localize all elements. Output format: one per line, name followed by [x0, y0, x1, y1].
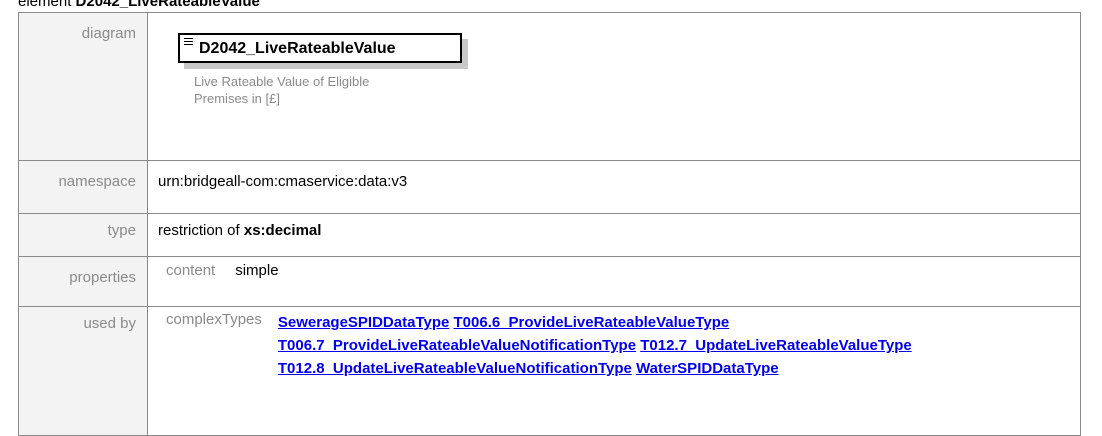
used-by-links: SewerageSPIDDataType T006.6_ProvideLiveR… — [278, 311, 938, 431]
link-t012-8-update-live-rateable-value-notification-type[interactable]: T012.8_UpdateLiveRateableValueNotificati… — [278, 360, 632, 377]
used-by-table: complexTypes SewerageSPIDDataType T006.6… — [166, 311, 938, 431]
link-t006-7-provide-live-rateable-value-notification-type[interactable]: T006.7_ProvideLiveRateableValueNotificat… — [278, 337, 636, 354]
properties-value: simple — [235, 262, 279, 279]
properties-row: properties content simple — [18, 256, 1081, 307]
heading-prefix: element — [18, 0, 72, 10]
link-t012-7-update-live-rateable-value-type[interactable]: T012.7_UpdateLiveRateableValueType — [640, 337, 912, 354]
namespace-value: urn:bridgeall-com:cmaservice:data:v3 — [147, 160, 1081, 214]
namespace-row: namespace urn:bridgeall-com:cmaservice:d… — [18, 160, 1081, 214]
element-box-name: D2042_LiveRateableValue — [199, 40, 396, 57]
used-by-key: complexTypes — [166, 311, 262, 328]
element-annotation: Live Rateable Value of Eligible Premises… — [194, 73, 464, 107]
element-doc-table: diagram D2042_LiveRateableValue Live Rat… — [18, 12, 1081, 436]
type-row: type restriction of xs:decimal — [18, 213, 1081, 257]
properties-cell: content simple — [147, 256, 1081, 307]
diagram-row: diagram D2042_LiveRateableValue Live Rat… — [18, 12, 1081, 161]
annotation-line-2: Premises in [£] — [194, 91, 280, 106]
type-base: xs:decimal — [243, 222, 322, 239]
link-sewerage-spid-data-type[interactable]: SewerageSPIDDataType — [278, 314, 449, 331]
type-value: restriction of xs:decimal — [147, 213, 1081, 257]
used-by-row: used by complexTypes SewerageSPIDDataTyp… — [18, 306, 1081, 436]
type-label: type — [18, 213, 148, 257]
namespace-label: namespace — [18, 160, 148, 214]
element-diagram-box[interactable]: D2042_LiveRateableValue — [178, 33, 470, 71]
link-water-spid-data-type[interactable]: WaterSPIDDataType — [636, 360, 779, 377]
diagram-cell: D2042_LiveRateableValue Live Rateable Va… — [147, 12, 1081, 161]
properties-key: content — [166, 262, 216, 279]
diagram-label: diagram — [18, 12, 148, 161]
element-box: D2042_LiveRateableValue — [178, 33, 462, 63]
element-icon — [184, 38, 193, 46]
used-by-label: used by — [18, 306, 148, 436]
type-prefix: restriction of — [158, 222, 240, 239]
annotation-line-1: Live Rateable Value of Eligible — [194, 74, 370, 89]
properties-label: properties — [18, 256, 148, 307]
heading-element-name: D2042_LiveRateableValue — [75, 0, 260, 10]
used-by-cell: complexTypes SewerageSPIDDataType T006.6… — [147, 306, 1081, 436]
link-t006-6-provide-live-rateable-value-type[interactable]: T006.6_ProvideLiveRateableValueType — [454, 314, 730, 331]
properties-table: content simple — [166, 262, 279, 299]
page-heading: element D2042_LiveRateableValue — [18, 0, 260, 12]
